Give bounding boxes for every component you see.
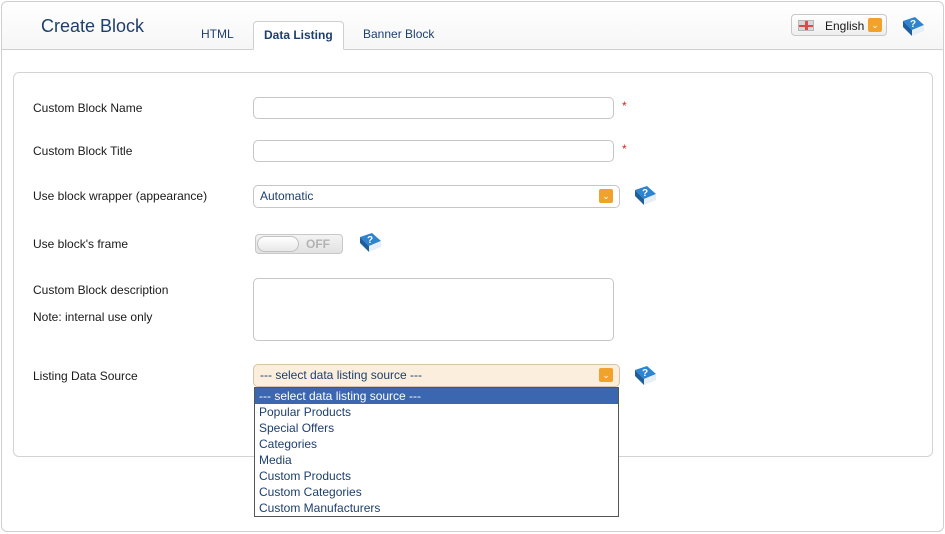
required-marker: *	[622, 99, 627, 113]
dropdown-option[interactable]: Popular Products	[255, 404, 618, 420]
dropdown-option[interactable]: Categories	[255, 436, 618, 452]
custom-block-name-input[interactable]	[253, 97, 614, 119]
chevron-down-icon: ⌄	[599, 368, 613, 382]
listing-data-source-select[interactable]: --- select data listing source --- ⌄	[253, 364, 620, 387]
language-label: English	[825, 19, 865, 33]
dropdown-option[interactable]: Media	[255, 452, 618, 468]
block-frame-label: Use block's frame	[33, 237, 128, 251]
help-book-icon[interactable]: ?	[632, 364, 658, 388]
required-marker: *	[622, 142, 627, 156]
svg-text:?: ?	[367, 235, 373, 246]
toggle-state: OFF	[306, 237, 330, 251]
block-description-textarea[interactable]	[253, 278, 614, 341]
svg-text:?: ?	[642, 368, 648, 379]
listing-data-source-dropdown[interactable]: --- select data listing source --- Popul…	[254, 387, 619, 517]
header-bar: Create Block HTML Data Listing Banner Bl…	[2, 2, 943, 50]
block-wrapper-value: Automatic	[260, 189, 314, 203]
chevron-down-icon: ⌄	[868, 18, 882, 32]
custom-block-name-label: Custom Block Name	[33, 101, 143, 115]
svg-text:?: ?	[642, 188, 648, 199]
tab-banner-block[interactable]: Banner Block	[353, 21, 444, 50]
dropdown-option[interactable]: Special Offers	[255, 420, 618, 436]
dropdown-option[interactable]: --- select data listing source ---	[255, 388, 618, 404]
page-title: Create Block	[41, 16, 145, 36]
custom-block-title-input[interactable]	[253, 140, 614, 162]
flag-uk-icon	[798, 20, 814, 31]
listing-data-source-label: Listing Data Source	[33, 369, 138, 383]
block-frame-toggle[interactable]: OFF	[255, 234, 343, 254]
language-select[interactable]: English ⌄	[791, 14, 887, 36]
svg-text:?: ?	[910, 19, 916, 30]
block-wrapper-label: Use block wrapper (appearance)	[33, 189, 208, 203]
help-book-icon[interactable]: ?	[632, 184, 658, 208]
custom-block-title-label: Custom Block Title	[33, 144, 133, 158]
dropdown-option[interactable]: Custom Manufacturers	[255, 500, 618, 516]
block-description-note: Note: internal use only	[33, 310, 153, 324]
block-wrapper-select[interactable]: Automatic ⌄	[253, 185, 620, 208]
help-book-icon[interactable]: ?	[900, 15, 926, 39]
dropdown-option[interactable]: Custom Products	[255, 468, 618, 484]
listing-data-source-value: --- select data listing source ---	[260, 368, 423, 382]
help-book-icon[interactable]: ?	[357, 231, 383, 255]
toggle-knob	[257, 236, 299, 252]
chevron-down-icon: ⌄	[599, 189, 613, 203]
tab-data-listing[interactable]: Data Listing	[253, 21, 344, 50]
dropdown-option[interactable]: Custom Categories	[255, 484, 618, 500]
block-description-label: Custom Block description	[33, 283, 169, 297]
tab-html[interactable]: HTML	[191, 21, 244, 50]
